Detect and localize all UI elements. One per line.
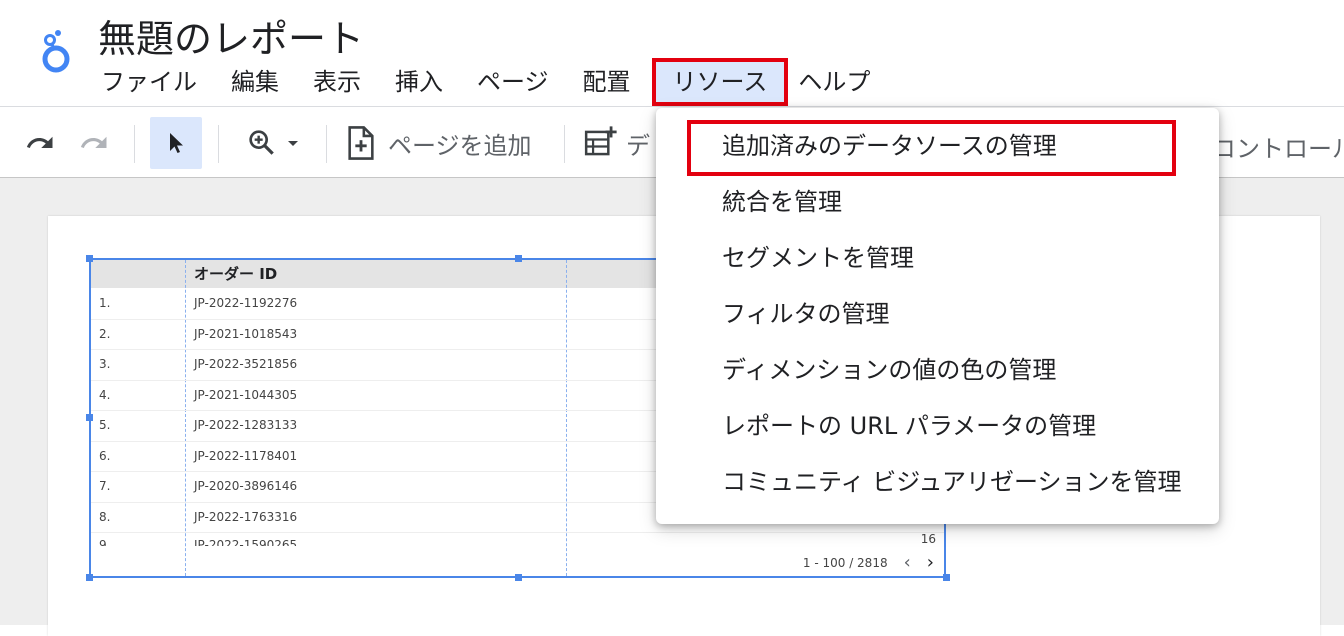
- order-id-cell: JP-2022-1192276: [194, 296, 298, 310]
- zoom-button[interactable]: [236, 117, 312, 169]
- undo-button[interactable]: [20, 117, 60, 169]
- resize-handle[interactable]: [515, 255, 522, 262]
- add-page-label: ページを追加: [388, 131, 532, 160]
- manage-filters-item[interactable]: フィルタの管理: [722, 286, 890, 342]
- menu-insert[interactable]: 挿入: [378, 62, 460, 102]
- column-header-order-id[interactable]: オーダー ID: [194, 260, 277, 288]
- toolbar-divider: [564, 125, 565, 163]
- row-index: 3.: [99, 357, 111, 371]
- row-index: 2.: [99, 326, 111, 341]
- undo-icon: [26, 136, 53, 148]
- redo-icon: [80, 136, 107, 148]
- manage-url-parameters-item[interactable]: レポートの URL パラメータの管理: [722, 398, 1096, 454]
- select-tool-button[interactable]: [150, 117, 202, 169]
- resize-handle[interactable]: [86, 414, 93, 421]
- menu-view[interactable]: 表示: [296, 62, 378, 102]
- menu-arrange[interactable]: 配置: [566, 62, 648, 102]
- order-id-cell: JP-2022-1178401: [194, 448, 298, 463]
- cursor-arrow-icon: [170, 133, 183, 153]
- toolbar-divider: [326, 125, 327, 163]
- manage-community-visualizations-item[interactable]: コミュニティ ビジュアリゼーションを管理: [722, 454, 1182, 510]
- order-id-cell: JP-2020-3896146: [194, 479, 298, 493]
- menu-resources[interactable]: リソース: [651, 58, 789, 106]
- manage-data-sources-item[interactable]: 追加済みのデータソースの管理: [722, 118, 1057, 174]
- resize-handle[interactable]: [515, 574, 522, 581]
- manage-blends-item[interactable]: 統合を管理: [722, 174, 842, 230]
- order-id-cell: JP-2022-1590265: [194, 538, 298, 546]
- menu-file[interactable]: ファイル: [84, 62, 214, 102]
- order-id-cell: JP-2021-1044305: [194, 387, 298, 402]
- row-index: 9.: [99, 538, 111, 546]
- row-index: 7.: [99, 479, 111, 493]
- row-index: 5.: [99, 418, 111, 432]
- manage-segments-item[interactable]: セグメントを管理: [722, 230, 914, 286]
- looker-studio-logo-icon[interactable]: [36, 26, 76, 76]
- resources-dropdown-menu: 追加済みのデータソースの管理 統合を管理 セグメントを管理 フィルタの管理 ディ…: [656, 108, 1219, 524]
- resize-handle[interactable]: [86, 574, 93, 581]
- toolbar-divider: [134, 125, 135, 163]
- add-page-icon: [348, 126, 374, 160]
- caret-down-icon: [288, 141, 298, 146]
- row-index: 8.: [99, 509, 111, 524]
- row-index: 4.: [99, 387, 111, 402]
- add-data-icon: [584, 126, 617, 156]
- table-pagination: 1 - 100 / 2818 ‹ ›: [803, 552, 934, 573]
- order-id-cell: JP-2022-3521856: [194, 357, 298, 371]
- redo-button[interactable]: [74, 117, 114, 169]
- row-index: 6.: [99, 448, 111, 463]
- zoom-in-icon: [249, 130, 274, 155]
- report-title[interactable]: 無題のレポート: [98, 14, 364, 64]
- table-row[interactable]: 9. JP-2022-1590265 16: [91, 532, 944, 546]
- order-id-cell: JP-2022-1283133: [194, 418, 298, 432]
- menu-page[interactable]: ページ: [460, 62, 566, 102]
- add-data-button[interactable]: デ: [582, 117, 662, 169]
- menu-edit[interactable]: 編集: [214, 62, 296, 102]
- add-data-label: デ: [626, 131, 650, 160]
- resize-handle[interactable]: [943, 574, 950, 581]
- add-page-button[interactable]: ページを追加: [344, 117, 550, 169]
- row-index: 1.: [99, 296, 111, 310]
- menu-bar: ファイル 編集 表示 挿入 ページ 配置 リソース ヘルプ: [84, 58, 887, 106]
- toolbar-divider: [218, 125, 219, 163]
- metric-cell: 16: [920, 532, 936, 546]
- next-page-icon[interactable]: ›: [927, 552, 934, 573]
- app-header: 無題のレポート ファイル 編集 表示 挿入 ページ 配置 リソース ヘルプ: [0, 0, 1344, 106]
- add-control-label[interactable]: コントロール: [1212, 129, 1344, 164]
- order-id-cell: JP-2022-1763316: [194, 509, 298, 524]
- manage-dimension-colors-item[interactable]: ディメンションの値の色の管理: [722, 342, 1056, 398]
- order-id-cell: JP-2021-1018543: [194, 326, 298, 341]
- menu-help[interactable]: ヘルプ: [792, 62, 887, 102]
- pagination-range: 1 - 100 / 2818: [802, 555, 888, 570]
- resize-handle[interactable]: [86, 255, 93, 262]
- prev-page-icon[interactable]: ‹: [904, 552, 911, 573]
